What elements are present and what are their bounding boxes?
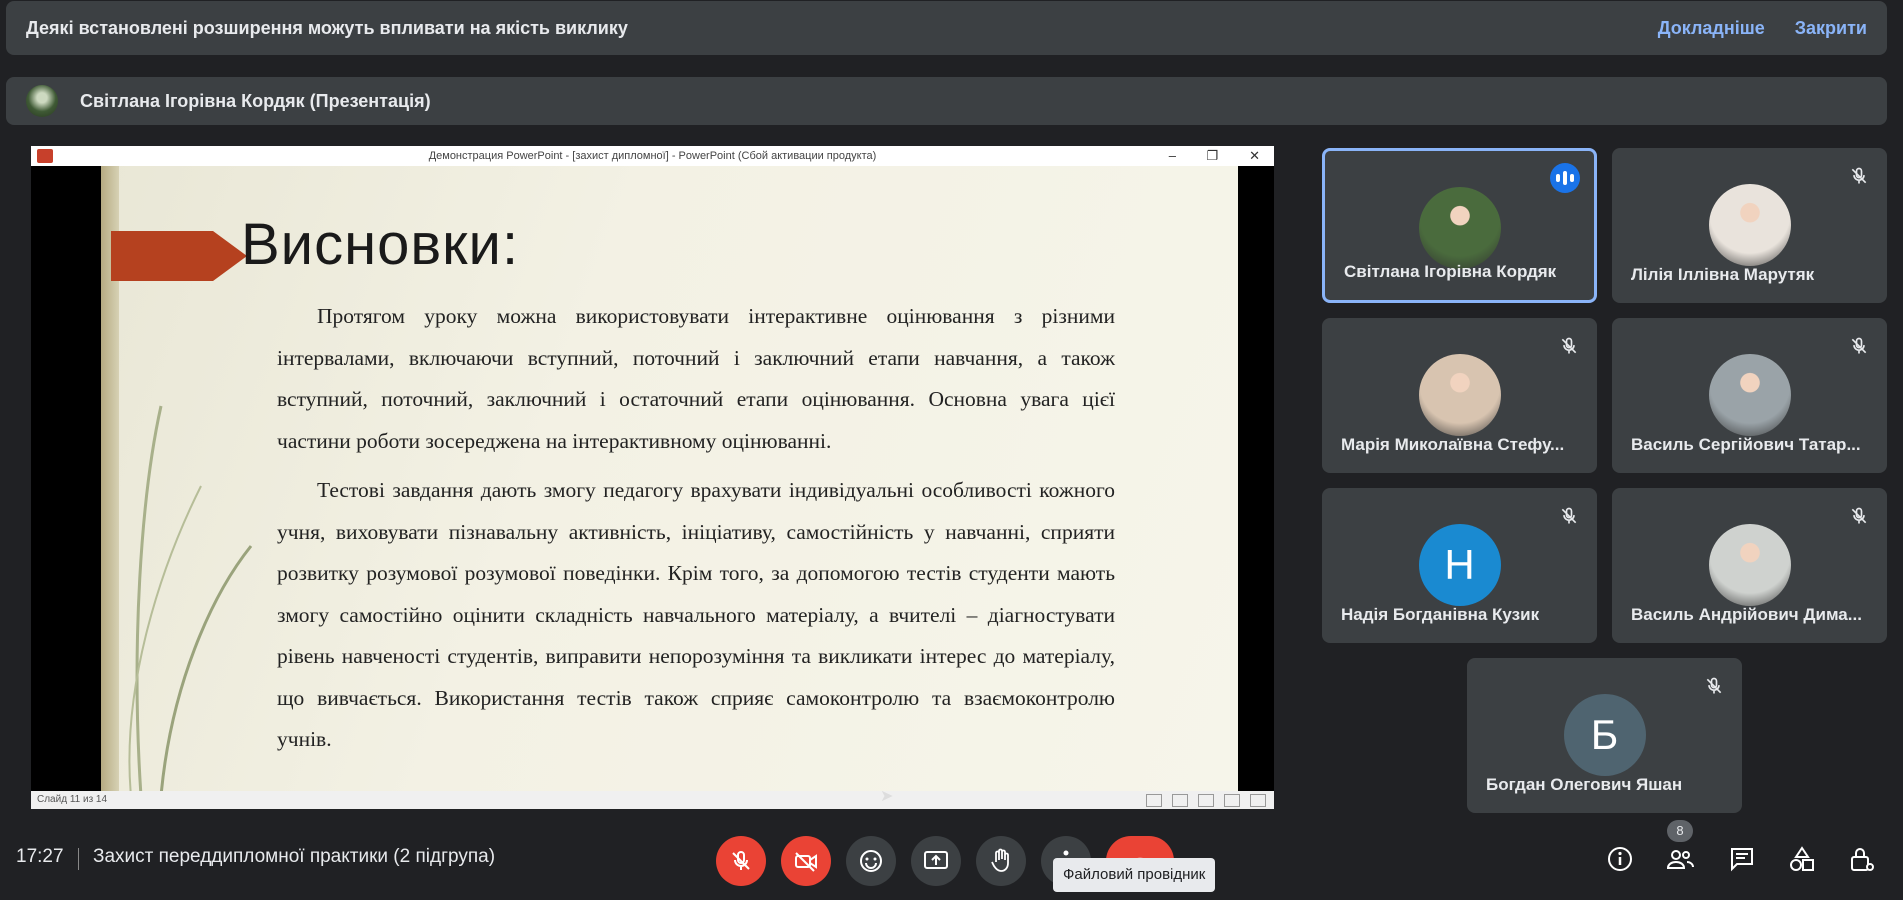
camera-off-icon <box>795 852 817 872</box>
minimize-icon: – <box>1168 148 1176 163</box>
slide-counter: Слайд 11 из 14 <box>37 794 108 805</box>
people-icon <box>1666 850 1694 869</box>
participant-avatar: Б <box>1563 694 1646 776</box>
slide-heading: Висновки: <box>241 212 520 277</box>
participant-tile[interactable]: Світлана Ігорівна Кордяк <box>1322 148 1597 303</box>
presenter-bar: Світлана Ігорівна Кордяк (Презентація) <box>6 77 1887 125</box>
activities-icon <box>1790 846 1814 871</box>
info-icon <box>1608 847 1632 871</box>
restore-icon: ❐ <box>1206 148 1218 163</box>
participant-avatar <box>1708 184 1791 266</box>
divider <box>78 848 79 870</box>
participant-avatar <box>1418 354 1501 436</box>
reactions-button[interactable] <box>846 836 896 886</box>
chat-icon <box>1731 848 1753 872</box>
mic-off-icon <box>1559 336 1579 356</box>
clock: 17:27 <box>16 846 64 867</box>
participant-tile[interactable]: Н Надія Богданівна Кузик <box>1322 488 1597 643</box>
mic-off-icon <box>732 850 750 870</box>
speaking-indicator-icon <box>1550 163 1580 193</box>
presenter-avatar <box>26 85 58 117</box>
host-controls-icon <box>1851 848 1874 871</box>
activities-button[interactable] <box>1787 844 1817 874</box>
mic-off-icon <box>1849 166 1869 186</box>
powerpoint-window-title: Демонстрация PowerPoint - [захист диплом… <box>428 150 877 162</box>
shared-screen: Демонстрация PowerPoint - [захист диплом… <box>31 146 1274 809</box>
participant-name: Василь Сергійович Татар... <box>1631 435 1861 454</box>
present-icon <box>924 851 948 869</box>
participant-tile[interactable]: Марія Миколаївна Стефу... <box>1322 318 1597 473</box>
participant-avatar <box>1708 524 1791 606</box>
mic-off-icon <box>1704 676 1724 696</box>
grass-decoration-icon <box>128 405 253 791</box>
presentation-slide: Висновки: Протягом уроку можна використо… <box>101 166 1238 791</box>
extensions-warning-banner: Деякі встановлені розширення можуть впли… <box>6 1 1887 55</box>
participant-name: Василь Андрійович Дима... <box>1631 605 1862 624</box>
powerpoint-status-bar: Слайд 11 из 14 <box>31 791 1274 809</box>
slide-paragraph: Протягом уроку можна використовувати інт… <box>277 304 1115 453</box>
mic-off-icon <box>1849 336 1869 356</box>
participant-name: Богдан Олегович Яшан <box>1486 775 1683 794</box>
presenter-name: Світлана Ігорівна Кордяк (Презентація) <box>80 90 431 111</box>
participant-tile[interactable]: Б Богдан Олегович Яшан <box>1467 658 1742 813</box>
slide-body: Протягом уроку можна використовувати інт… <box>277 296 1115 769</box>
chat-button[interactable] <box>1727 844 1757 874</box>
mouse-cursor-icon: ➤ <box>880 788 894 805</box>
powerpoint-logo-icon <box>37 149 53 163</box>
participant-avatar <box>1708 354 1791 436</box>
file-explorer-tooltip: Файловий провідник <box>1053 858 1216 892</box>
present-button[interactable] <box>911 836 961 886</box>
view-icon <box>1172 794 1188 807</box>
participant-tile[interactable]: Василь Андрійович Дима... <box>1612 488 1887 643</box>
raise-hand-button[interactable] <box>976 836 1026 886</box>
participant-name: Надія Богданівна Кузик <box>1341 605 1540 624</box>
view-icon <box>1198 794 1214 807</box>
emoji-icon <box>860 850 882 872</box>
participant-tile[interactable]: Лілія Іллівна Марутяк <box>1612 148 1887 303</box>
view-icon <box>1250 794 1266 807</box>
view-icon <box>1146 794 1162 807</box>
participant-name: Лілія Іллівна Марутяк <box>1631 265 1815 284</box>
view-icons <box>1146 794 1266 807</box>
view-icon <box>1224 794 1240 807</box>
participant-tile[interactable]: Василь Сергійович Татар... <box>1612 318 1887 473</box>
participant-avatar: Н <box>1418 524 1501 606</box>
camera-toggle-button[interactable] <box>781 836 831 886</box>
participant-avatar <box>1418 187 1501 269</box>
mic-off-icon <box>1849 506 1869 526</box>
banner-text: Деякі встановлені розширення можуть впли… <box>26 17 628 38</box>
raise-hand-icon <box>991 848 1009 872</box>
close-window-icon: ✕ <box>1249 148 1260 163</box>
meeting-title: Захист переддипломної практики (2 підгру… <box>93 846 496 867</box>
powerpoint-titlebar: Демонстрация PowerPoint - [захист диплом… <box>31 146 1274 166</box>
close-banner-link[interactable]: Закрити <box>1795 18 1867 39</box>
meeting-details-button[interactable] <box>1605 844 1635 874</box>
host-controls-button[interactable] <box>1847 844 1877 874</box>
participant-count-badge: 8 <box>1667 820 1693 842</box>
mic-off-icon <box>1559 506 1579 526</box>
participant-name: Марія Миколаївна Стефу... <box>1341 435 1565 454</box>
learn-more-link[interactable]: Докладніше <box>1658 18 1765 39</box>
slide-paragraph: Тестові завдання дають змогу педагогу вр… <box>277 478 1115 751</box>
mic-toggle-button[interactable] <box>716 836 766 886</box>
participant-name: Світлана Ігорівна Кордяк <box>1344 262 1557 281</box>
people-button[interactable] <box>1665 844 1695 874</box>
